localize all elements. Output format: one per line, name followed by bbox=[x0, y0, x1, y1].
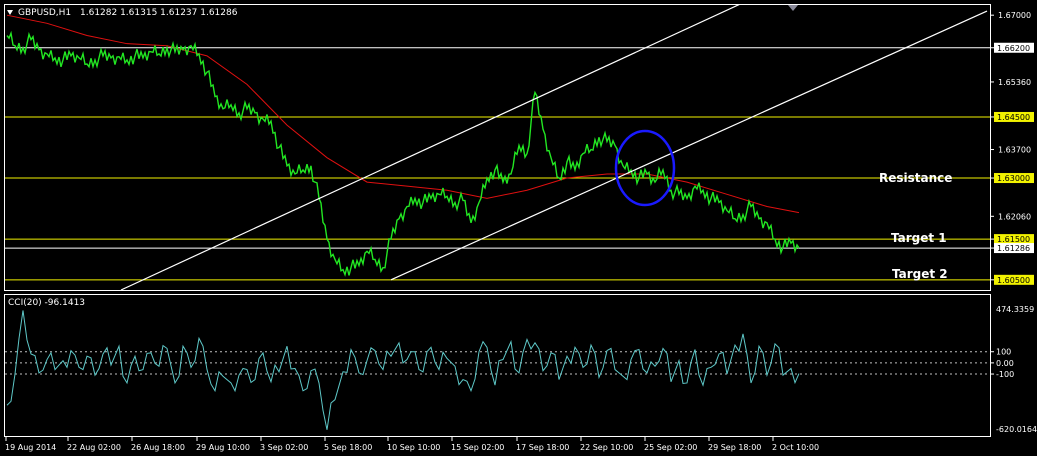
time-tick-label: 22 Sep 10:00 bbox=[580, 443, 633, 452]
time-tick-label: 19 Aug 2014 bbox=[5, 443, 56, 452]
indicator-pane-frame bbox=[4, 294, 991, 437]
horizontal-levels bbox=[5, 47, 990, 281]
cci-level-label: -100 bbox=[996, 370, 1014, 379]
cci-max-label: 474.3359 bbox=[996, 305, 1034, 314]
cci-level-label: 100 bbox=[996, 348, 1011, 357]
chart-canvas: 1.67000 1.66200 1.65360 1.64500 1.63700 1.630… bbox=[4, 1, 1037, 452]
resistance-annotation: Resistance bbox=[879, 171, 952, 185]
time-tick-label: 29 Sep 18:00 bbox=[708, 443, 761, 452]
cci-label: CCI(20) -96.1413 bbox=[8, 298, 85, 308]
time-tick-label: 5 Sep 18:00 bbox=[324, 443, 372, 452]
price-axis: 1.67000 1.66200 1.65360 1.64500 1.63700 1.630… bbox=[990, 11, 1034, 285]
time-tick-label: 25 Sep 02:00 bbox=[644, 443, 697, 452]
target1-annotation: Target 1 bbox=[891, 231, 947, 245]
symbol-dropdown-icon[interactable] bbox=[7, 10, 13, 15]
price-tick-label: 1.61286 bbox=[997, 244, 1030, 253]
moving-average bbox=[6, 14, 800, 214]
shift-marker-icon[interactable] bbox=[788, 5, 798, 11]
ohlc-values: 1.61282 1.61315 1.61237 1.61286 bbox=[80, 8, 238, 18]
price-tick-label: 1.63700 bbox=[998, 146, 1031, 155]
price-tick-label: 1.60500 bbox=[997, 276, 1030, 285]
time-axis: 19 Aug 2014 22 Aug 02:00 26 Aug 18:00 29 Au… bbox=[5, 436, 819, 452]
price-tick-label: 1.61500 bbox=[997, 235, 1030, 244]
time-tick-label: 26 Aug 18:00 bbox=[131, 443, 185, 452]
price-tick-label: 1.62060 bbox=[998, 212, 1031, 221]
price-tick-label: 1.66200 bbox=[997, 44, 1030, 53]
trend-channel bbox=[120, 1, 988, 290]
target2-annotation: Target 2 bbox=[892, 267, 948, 281]
price-tick-label: 1.63000 bbox=[997, 174, 1030, 183]
cci-series bbox=[6, 310, 800, 430]
symbol-label: GBPUSD,H1 bbox=[18, 8, 71, 18]
time-tick-label: 15 Sep 02:00 bbox=[451, 443, 504, 452]
trendline[interactable] bbox=[120, 1, 747, 290]
price-tick-label: 1.65360 bbox=[998, 78, 1031, 87]
time-tick-label: 2 Oct 10:00 bbox=[772, 443, 819, 452]
cci-axis: 474.3359 -620.0164 100 0.00 -100 bbox=[990, 305, 1037, 434]
cci-level-label: 0.00 bbox=[996, 359, 1014, 368]
time-tick-label: 17 Sep 18:00 bbox=[516, 443, 569, 452]
ma-line bbox=[6, 14, 800, 214]
cci-min-label: -620.0164 bbox=[996, 425, 1037, 434]
cci-line bbox=[6, 310, 800, 430]
time-tick-label: 22 Aug 02:00 bbox=[67, 443, 121, 452]
time-tick-label: 3 Sep 02:00 bbox=[260, 443, 308, 452]
price-tick-label: 1.67000 bbox=[998, 11, 1031, 20]
time-tick-label: 10 Sep 10:00 bbox=[387, 443, 440, 452]
price-tick-label: 1.64500 bbox=[997, 113, 1030, 122]
time-tick-label: 29 Aug 10:00 bbox=[196, 443, 250, 452]
